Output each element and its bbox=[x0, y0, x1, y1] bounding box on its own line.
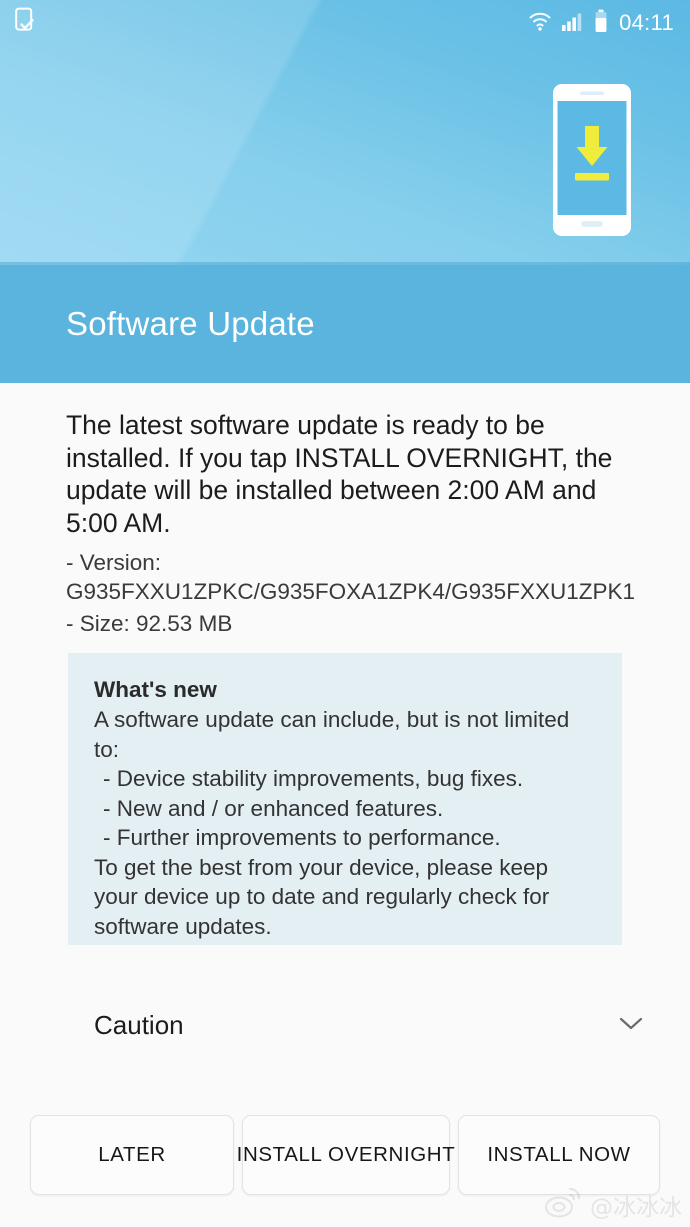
whats-new-title: What's new bbox=[94, 677, 217, 702]
cellular-signal-icon bbox=[561, 10, 585, 37]
whats-new-bullet: - Device stability improvements, bug fix… bbox=[103, 766, 524, 791]
whats-new-intro: A software update can include, but is no… bbox=[94, 707, 570, 762]
title-bar: Software Update bbox=[0, 265, 690, 383]
battery-icon bbox=[594, 9, 608, 38]
whats-new-outro: To get the best from your device, please… bbox=[94, 854, 550, 939]
status-bar-clock: 04:11 bbox=[619, 10, 674, 35]
update-description: The latest software update is ready to b… bbox=[66, 410, 613, 538]
caution-expander[interactable]: Caution bbox=[0, 983, 690, 1067]
status-bar: 04:11 bbox=[0, 0, 690, 46]
install-now-button[interactable]: INSTALL NOW bbox=[458, 1115, 660, 1195]
software-update-screen: 04:11 Software Update The latest softwar bbox=[0, 0, 690, 1227]
version-line: - Version: G935FXXU1ZPKC/G935FOXA1ZPK4/G… bbox=[66, 550, 635, 604]
size-line: - Size: 92.53 MB bbox=[66, 611, 233, 636]
hero-banner: 04:11 bbox=[0, 0, 690, 265]
software-update-check-icon bbox=[14, 7, 36, 40]
wifi-icon bbox=[528, 10, 552, 37]
action-button-bar: LATER INSTALL OVERNIGHT INSTALL NOW bbox=[0, 1105, 690, 1227]
phone-download-illustration bbox=[553, 84, 631, 236]
later-button[interactable]: LATER bbox=[30, 1115, 234, 1195]
install-overnight-button[interactable]: INSTALL OVERNIGHT bbox=[237, 1115, 455, 1195]
status-bar-left bbox=[14, 7, 36, 40]
whats-new-bullet: - Further improvements to performance. bbox=[103, 825, 501, 850]
page-title: Software Update bbox=[66, 305, 315, 342]
chevron-down-icon[interactable] bbox=[616, 1013, 646, 1038]
status-bar-right: 04:11 bbox=[528, 9, 674, 38]
whats-new-panel: What's new A software update can include… bbox=[68, 653, 622, 945]
whats-new-bullet: - New and / or enhanced features. bbox=[103, 795, 444, 821]
caution-label: Caution bbox=[94, 1009, 184, 1040]
update-content: The latest software update is ready to b… bbox=[0, 383, 690, 1105]
